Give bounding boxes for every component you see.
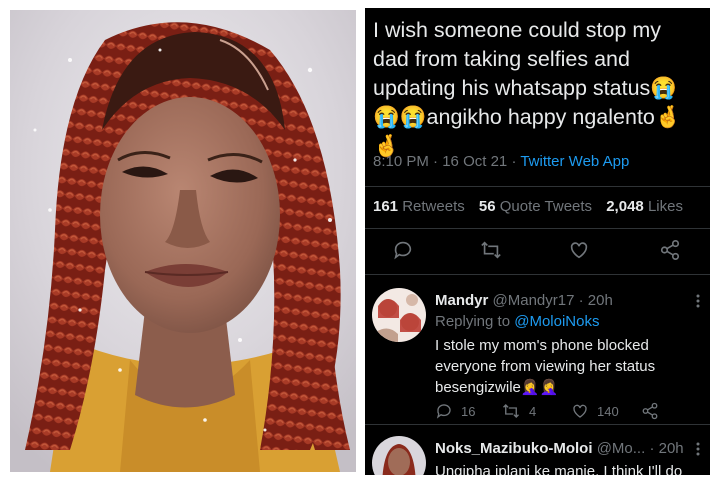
quotes-count: 56 [478,198,496,215]
reply-icon[interactable] [392,239,416,263]
reply-time[interactable]: · 20h [649,440,683,457]
divider [365,186,710,187]
replying-to: Replying to @MoloiNoks [435,313,599,330]
meta-separator: · [511,153,517,170]
reply-line: I stole my mom's phone blocked [435,337,649,354]
tweet-stats: 161 Retweets 56 Quote Tweets 2,048 Likes [373,198,683,215]
reply-body: Ungipha iplani ke manje, I think I'll do [435,461,705,475]
replying-label: Replying to [435,313,511,330]
reply-line: besengizwile🤦‍♀️🤦‍♀️ [435,379,559,396]
reply-author-handle[interactable]: @Mandyr17 [493,292,575,309]
reply-reply-button[interactable]: 16 [435,402,475,420]
like-icon[interactable] [568,239,592,263]
reply-header: Noks_Mazibuko-Moloi @Mo... · 20h [435,440,684,457]
divider [365,228,710,229]
tweet-line: 😭😭angikho happy ngalento🤞 [373,105,682,129]
like-icon [573,404,587,418]
reply-author-handle[interactable]: @Mo... [597,440,646,457]
tweet-line: updating his whatsapp status😭 [373,76,678,100]
reply-share-button[interactable] [641,402,659,420]
reply-author-name[interactable]: Noks_Mazibuko-Moloi [435,440,593,457]
reply-header: Mandyr @Mandyr17 · 20h [435,292,613,309]
tweet-meta: 8:10 PM · 16 Oct 21 · Twitter Web App [373,153,629,170]
likes-label: Likes [647,198,683,215]
woman-selfie-illustration [10,10,356,472]
reply-author-name[interactable]: Mandyr [435,292,488,309]
mention-link[interactable]: @MoloiNoks [514,313,599,330]
retweet-icon [503,404,519,418]
tweet-panel: I wish someone could stop my dad from ta… [365,8,710,475]
retweet-icon[interactable] [479,239,503,263]
tweet-body: I wish someone could stop my dad from ta… [373,16,703,161]
more-options-icon[interactable] [696,442,700,461]
reply-like-button[interactable]: 140 [571,402,619,420]
tweet-time: 8:10 PM [373,153,429,170]
retweets-label: Retweets [402,198,465,215]
retweet-count: 4 [529,403,537,419]
tweet-line: dad from taking selfies and [373,47,630,71]
avatar[interactable] [372,436,426,475]
tweet-line: I wish someone could stop my [373,18,661,42]
tweet-date: 16 Oct 21 [442,153,508,170]
selfie-photo [10,10,356,472]
reply-body: I stole my mom's phone blocked everyone … [435,335,695,398]
likes-count: 2,048 [606,198,644,215]
avatar[interactable] [372,288,426,342]
reply-retweet-button[interactable]: 4 [501,402,536,420]
reply-count: 16 [461,403,476,419]
reply-tweet[interactable]: Mandyr @Mandyr17 · 20h Replying to @Molo… [365,274,710,420]
reply-line: Ungipha iplani ke manje, I think I'll do [435,463,683,475]
like-count: 140 [597,403,619,419]
retweets-count: 161 [373,198,399,215]
quotes-stat[interactable]: 56 Quote Tweets [479,198,592,215]
quotes-label: Quote Tweets [499,198,593,215]
more-options-icon[interactable] [696,294,700,313]
meta-separator: · [433,153,439,170]
reply-line: everyone from viewing her status [435,358,656,375]
reply-time[interactable]: · 20h [579,292,613,309]
reply-icon [436,404,451,419]
share-icon[interactable] [659,239,683,263]
tweet-actions [365,235,710,265]
share-icon [642,402,658,420]
retweets-stat[interactable]: 161 Retweets [373,198,465,215]
likes-stat[interactable]: 2,048 Likes [606,198,683,215]
reply-tweet[interactable]: Noks_Mazibuko-Moloi @Mo... · 20h Ungipha… [365,424,710,475]
tweet-source-link[interactable]: Twitter Web App [520,153,629,170]
